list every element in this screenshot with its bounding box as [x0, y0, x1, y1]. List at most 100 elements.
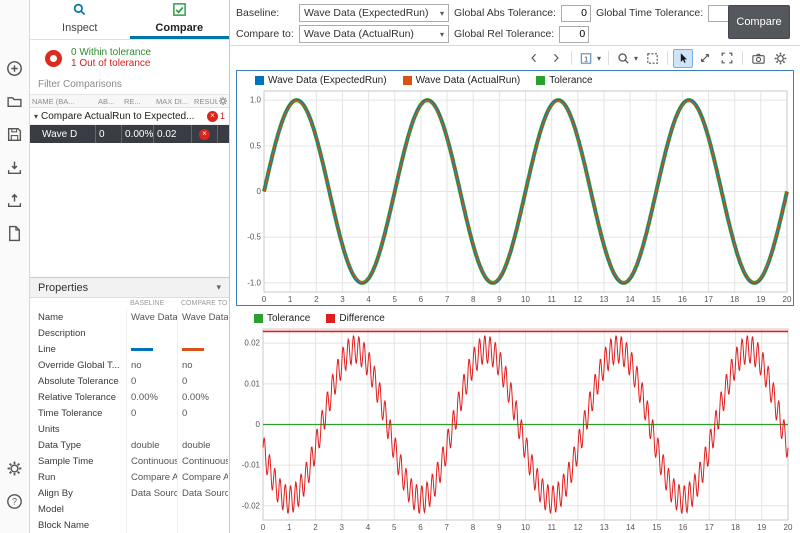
property-row[interactable]: Data Typedoubledouble — [30, 437, 229, 453]
zoom-icon[interactable]: ▾ — [614, 49, 640, 68]
legend-item[interactable]: Wave Data (ActualRun) — [403, 75, 521, 86]
create-report-icon[interactable] — [5, 223, 25, 243]
main-area: Baseline: Wave Data (ExpectedRun) ▾ Glob… — [230, 0, 800, 533]
snapshot-camera-icon[interactable] — [748, 49, 768, 68]
compare-to-select[interactable]: Wave Data (ActualRun) ▾ — [299, 25, 449, 43]
property-value — [177, 325, 228, 341]
table-settings-gear-icon[interactable] — [218, 96, 228, 106]
svg-text:11: 11 — [548, 523, 557, 532]
property-label: Description — [30, 328, 126, 339]
baseline-select[interactable]: Wave Data (ExpectedRun) ▾ — [299, 4, 449, 22]
property-row[interactable]: Description — [30, 325, 229, 341]
global-abs-tolerance-input[interactable] — [561, 5, 591, 22]
help-icon[interactable]: ? — [5, 491, 25, 511]
property-value — [177, 341, 228, 357]
svg-text:0.5: 0.5 — [250, 141, 262, 150]
legend-label: Difference — [339, 313, 384, 324]
svg-text:12: 12 — [574, 523, 583, 532]
global-abs-tolerance-label: Global Abs Tolerance: — [454, 7, 556, 19]
property-value — [126, 501, 177, 517]
difference-plot[interactable]: 012345678910111213141516171819200.020.01… — [236, 326, 794, 533]
chart-settings-gear-icon[interactable] — [770, 49, 790, 68]
property-row[interactable]: Absolute Tolerance00 — [30, 373, 229, 389]
column-header[interactable]: AB... — [96, 97, 122, 106]
svg-text:0: 0 — [257, 187, 262, 196]
svg-text:11: 11 — [547, 295, 556, 304]
tab-inspect[interactable]: Inspect — [30, 0, 130, 39]
property-value: Data Source — [126, 485, 177, 501]
property-value — [126, 341, 177, 357]
collapse-arrow-icon[interactable]: ▾ — [34, 112, 38, 121]
property-row[interactable]: NameWave Data ...Wave Data ... — [30, 309, 229, 325]
legend-item[interactable]: Tolerance — [254, 313, 310, 324]
pointer-cursor-icon[interactable] — [673, 49, 693, 68]
column-header[interactable]: RESULT — [192, 97, 218, 106]
svg-text:18: 18 — [731, 523, 740, 532]
legend-item[interactable]: Difference — [326, 313, 384, 324]
global-rel-tolerance-input[interactable] — [559, 26, 589, 43]
column-header[interactable]: NAME (BA... — [30, 97, 96, 106]
property-value: no — [126, 357, 177, 373]
filter-comparisons-input[interactable]: Filter Comparisons — [30, 76, 229, 95]
signal-plot[interactable]: 012345678910111213141516171819201.00.50-… — [237, 88, 793, 305]
add-icon[interactable] — [5, 58, 25, 78]
column-header[interactable]: RE... — [122, 97, 154, 106]
previous-arrow-icon[interactable] — [524, 49, 544, 68]
property-value: Wave Data ... — [126, 309, 177, 325]
preferences-gear-icon[interactable] — [5, 458, 25, 478]
property-row[interactable]: Override Global T...nono — [30, 357, 229, 373]
import-icon[interactable] — [5, 157, 25, 177]
property-row[interactable]: RunCompare A...Compare A... — [30, 469, 229, 485]
subplot-layout-button[interactable]: 1▾ — [577, 49, 603, 68]
property-row[interactable]: Align ByData SourceData Source — [30, 485, 229, 501]
property-value: 0.00% — [126, 389, 177, 405]
fail-icon: × — [199, 129, 210, 140]
global-time-tolerance-label: Global Time Tolerance: — [596, 7, 703, 19]
property-row[interactable]: Block Name — [30, 517, 229, 533]
save-icon[interactable] — [5, 124, 25, 144]
toolbar-separator — [742, 51, 743, 65]
property-value — [126, 517, 177, 533]
collapse-chevron-icon[interactable]: ▾ — [216, 282, 221, 293]
fit-to-view-icon[interactable] — [642, 49, 662, 68]
svg-text:-0.02: -0.02 — [242, 501, 261, 510]
export-icon[interactable] — [5, 190, 25, 210]
next-arrow-icon[interactable] — [546, 49, 566, 68]
compare-button[interactable]: Compare — [728, 5, 790, 39]
svg-text:6: 6 — [419, 295, 424, 304]
column-header[interactable]: MAX DI... — [154, 97, 192, 106]
property-row[interactable]: Time Tolerance00 — [30, 405, 229, 421]
fullscreen-icon[interactable] — [717, 49, 737, 68]
legend-item[interactable]: Wave Data (ExpectedRun) — [255, 75, 387, 86]
comparison-group-row[interactable]: ▾ Compare ActualRun to Expected... × 1 — [30, 108, 229, 125]
property-row[interactable]: Sample TimeContinuousContinuous — [30, 453, 229, 469]
properties-header[interactable]: Properties ▾ — [30, 278, 229, 298]
property-row[interactable]: Units — [30, 421, 229, 437]
row-cell: 0.00% — [122, 125, 154, 143]
svg-text:16: 16 — [678, 295, 687, 304]
property-row[interactable]: Model — [30, 501, 229, 517]
property-value: 0 — [126, 405, 177, 421]
property-label: Data Type — [30, 440, 126, 451]
svg-text:6: 6 — [418, 523, 423, 532]
comparison-row-selected[interactable]: Wave D00.00%0.02× — [30, 125, 229, 143]
svg-text:16: 16 — [679, 523, 688, 532]
properties-title: Properties — [38, 282, 88, 294]
app-window: ? Inspect Compare 0 Within tolerance — [0, 0, 800, 533]
property-row[interactable]: Relative Tolerance0.00%0.00% — [30, 389, 229, 405]
svg-text:14: 14 — [626, 523, 635, 532]
open-folder-icon[interactable] — [5, 91, 25, 111]
difference-chart: ToleranceDifference 01234567891011121314… — [236, 309, 794, 533]
compare-to-select-value: Wave Data (ActualRun) — [304, 28, 414, 40]
svg-text:-0.01: -0.01 — [242, 461, 261, 470]
svg-text:17: 17 — [705, 523, 714, 532]
property-label: Line — [30, 344, 126, 355]
property-label: Block Name — [30, 520, 126, 531]
tab-compare[interactable]: Compare — [130, 0, 230, 39]
caret-down-icon: ▾ — [440, 30, 444, 39]
svg-text:0: 0 — [262, 295, 267, 304]
svg-text:0.01: 0.01 — [244, 379, 260, 388]
property-row[interactable]: Line — [30, 341, 229, 357]
pan-icon[interactable] — [695, 49, 715, 68]
legend-item[interactable]: Tolerance — [536, 75, 592, 86]
